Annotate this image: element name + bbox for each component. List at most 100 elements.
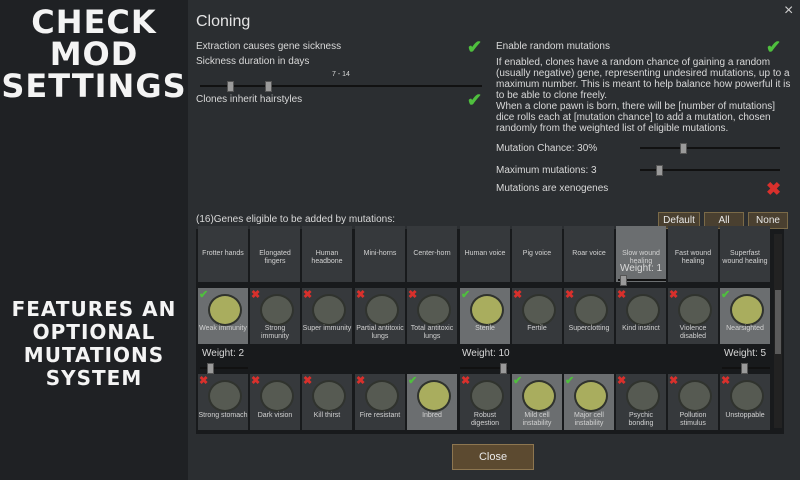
gene-tile[interactable]: ✔ Mild cell instability bbox=[512, 374, 562, 430]
disabled-cross-icon: ✖ bbox=[251, 375, 261, 387]
sickness-min-handle[interactable] bbox=[227, 81, 234, 92]
gene-label: Partial antitoxic lungs bbox=[356, 325, 404, 340]
gene-icon bbox=[470, 380, 504, 412]
gene-tile[interactable]: ✖ Kind instinct bbox=[616, 288, 666, 344]
gene-label: Human voice bbox=[464, 250, 506, 257]
gene-tile[interactable]: Superfast wound healing bbox=[720, 226, 770, 282]
close-icon[interactable]: × bbox=[784, 2, 793, 20]
gene-icon bbox=[522, 294, 556, 326]
gene-tile[interactable]: ✖ Fertile bbox=[512, 288, 562, 344]
gene-tile[interactable]: ✖ Superclotting bbox=[564, 288, 614, 344]
promo-line: MOD bbox=[49, 35, 139, 73]
gene-tile[interactable]: ✔ Major cell instability bbox=[564, 374, 614, 430]
gene-icon bbox=[626, 380, 660, 412]
gene-tile[interactable]: Pig voice bbox=[512, 226, 562, 282]
promo-line: CHECK bbox=[31, 3, 157, 41]
gene-label: Superfast wound healing bbox=[722, 250, 768, 265]
disabled-cross-icon: ✖ bbox=[617, 289, 627, 301]
promo-line: OPTIONAL bbox=[32, 320, 156, 344]
gene-tile[interactable]: ✖ Kill thirst bbox=[302, 374, 352, 430]
gene-tile[interactable]: Human voice bbox=[460, 226, 510, 282]
gene-tile[interactable]: ✔ Inbred bbox=[407, 374, 457, 430]
weight-label: Weight: 1 bbox=[620, 263, 663, 274]
disabled-cross-icon: ✖ bbox=[721, 375, 731, 387]
mutations-dice-description: When a clone pawn is born, there will be… bbox=[496, 101, 776, 134]
disabled-cross-icon: ✖ bbox=[669, 375, 679, 387]
promo-bottom-text: FEATURES AN OPTIONAL MUTATIONS SYSTEM bbox=[0, 298, 188, 390]
close-button[interactable]: Close bbox=[452, 444, 534, 470]
hairstyles-label: Clones inherit hairstyles bbox=[196, 94, 303, 105]
gene-icon bbox=[470, 294, 504, 326]
weight-handle[interactable] bbox=[741, 363, 748, 374]
gene-tile[interactable]: Roar voice bbox=[564, 226, 614, 282]
gene-tile[interactable]: ✖ Super immunity bbox=[302, 288, 352, 344]
gene-label: Psychic bonding bbox=[628, 412, 654, 427]
gene-icon bbox=[417, 380, 451, 412]
sickness-range-slider[interactable] bbox=[200, 85, 482, 87]
gene-label: Kill thirst bbox=[313, 412, 341, 419]
gene-icon bbox=[260, 294, 294, 326]
gene-icon bbox=[730, 294, 764, 326]
xenogenes-checkbox[interactable]: ✖ bbox=[766, 180, 781, 198]
enabled-check-icon: ✔ bbox=[721, 289, 731, 301]
mutation-chance-handle[interactable] bbox=[680, 143, 687, 154]
mutation-chance-slider[interactable] bbox=[640, 147, 780, 149]
gene-label: Major cell instability bbox=[574, 412, 604, 427]
weight-label: Weight: 5 bbox=[724, 348, 767, 359]
gene-tile[interactable]: ✖ Psychic bonding bbox=[616, 374, 666, 430]
promo-line: FEATURES AN bbox=[11, 297, 177, 321]
disabled-cross-icon: ✖ bbox=[356, 289, 366, 301]
gene-label: Center-horn bbox=[413, 250, 451, 257]
gene-grid-scroll-thumb[interactable] bbox=[775, 290, 781, 354]
gene-tile[interactable]: Frotter hands bbox=[198, 226, 248, 282]
gene-tile[interactable]: ✖ Pollution stimulus bbox=[668, 374, 718, 430]
gene-tile[interactable]: ✖ Robust digestion bbox=[460, 374, 510, 430]
random-mutations-checkbox[interactable]: ✔ bbox=[766, 38, 781, 56]
gene-label: Roar voice bbox=[572, 250, 606, 257]
gene-label: Nearsighted bbox=[726, 325, 764, 332]
gene-tile[interactable]: ✔ Sterile bbox=[460, 288, 510, 344]
gene-tile[interactable]: ✖ Partial antitoxic lungs bbox=[355, 288, 405, 344]
gene-tile[interactable]: ✖ Dark vision bbox=[250, 374, 300, 430]
gene-tile[interactable]: ✖ Strong stomach bbox=[198, 374, 248, 430]
gene-label: Fast wound healing bbox=[674, 250, 712, 265]
gene-tile[interactable]: Elongated fingers bbox=[250, 226, 300, 282]
gene-tile[interactable]: ✔ Weak immunity bbox=[198, 288, 248, 344]
gene-label: Inbred bbox=[422, 412, 442, 419]
gene-tile[interactable]: ✖ Fire resistant bbox=[355, 374, 405, 430]
max-mutations-handle[interactable] bbox=[656, 165, 663, 176]
sickness-max-handle[interactable] bbox=[265, 81, 272, 92]
weight-handle[interactable] bbox=[620, 275, 627, 286]
gene-tile[interactable]: ✔ Nearsighted bbox=[720, 288, 770, 344]
gene-tile[interactable]: Human headbone bbox=[302, 226, 352, 282]
gene-tile[interactable]: ✖ Total antitoxic lungs bbox=[407, 288, 457, 344]
gene-label: Strong immunity bbox=[260, 325, 289, 340]
gene-tile[interactable]: Fast wound healing bbox=[668, 226, 718, 282]
gene-icon bbox=[208, 380, 242, 412]
weight-handle[interactable] bbox=[500, 363, 507, 374]
gene-label: Robust digestion bbox=[470, 412, 500, 427]
gene-icon bbox=[626, 294, 660, 326]
gene-label: Human headbone bbox=[311, 250, 343, 265]
sickness-range-value: 7 - 14 bbox=[332, 71, 350, 78]
gene-icon bbox=[522, 380, 556, 412]
enabled-check-icon: ✔ bbox=[565, 375, 575, 387]
gene-icon bbox=[574, 294, 608, 326]
gene-label: Strong stomach bbox=[198, 412, 248, 419]
gene-tile[interactable]: ✖ Violence disabled bbox=[668, 288, 718, 344]
gene-tile[interactable]: Center-horn bbox=[407, 226, 457, 282]
extraction-label: Extraction causes gene sickness bbox=[196, 41, 342, 52]
gene-tile[interactable]: ✖ Unstoppable bbox=[720, 374, 770, 430]
max-mutations-label: Maximum mutations: 3 bbox=[496, 165, 597, 176]
hairstyles-checkbox[interactable]: ✔ bbox=[467, 91, 482, 109]
promo-line: MUTATIONS bbox=[23, 343, 165, 367]
extraction-checkbox[interactable]: ✔ bbox=[467, 38, 482, 56]
gene-tile[interactable]: ✖ Strong immunity bbox=[250, 288, 300, 344]
gene-label: Violence disabled bbox=[679, 325, 707, 340]
gene-tile[interactable]: Mini-horns bbox=[355, 226, 405, 282]
enabled-check-icon: ✔ bbox=[199, 289, 209, 301]
gene-label: Pig voice bbox=[522, 250, 552, 257]
disabled-cross-icon: ✖ bbox=[461, 375, 471, 387]
weight-handle[interactable] bbox=[207, 363, 214, 374]
enabled-check-icon: ✔ bbox=[408, 375, 418, 387]
